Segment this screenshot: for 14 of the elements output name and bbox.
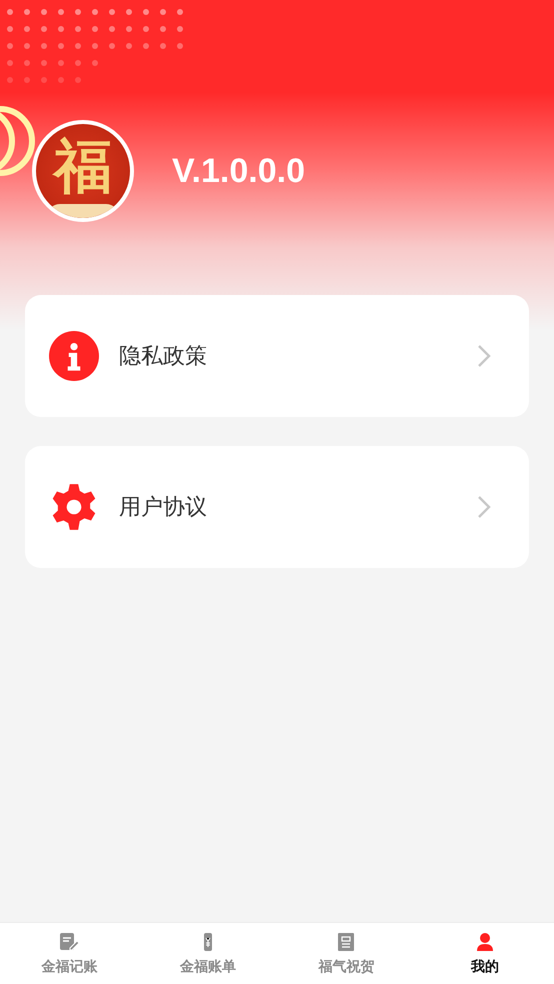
menu-card[interactable]: 用户协议 <box>25 446 529 568</box>
chevron-right-icon <box>477 344 491 368</box>
tab[interactable]: 我的 <box>416 923 554 984</box>
menu-label: 用户协议 <box>119 494 208 522</box>
note-edit-icon <box>59 932 80 952</box>
app-logo: 福 <box>32 120 134 222</box>
greeting-card-icon <box>336 932 356 952</box>
menu-card[interactable]: 隐私政策 <box>25 295 529 417</box>
ring-drawing <box>0 106 38 176</box>
menu-label: 隐私政策 <box>119 343 208 371</box>
person-icon <box>474 932 495 952</box>
chevron-right-icon <box>477 495 491 519</box>
info-icon <box>49 331 99 381</box>
version-text: V.1.0.0.0 <box>172 152 305 190</box>
